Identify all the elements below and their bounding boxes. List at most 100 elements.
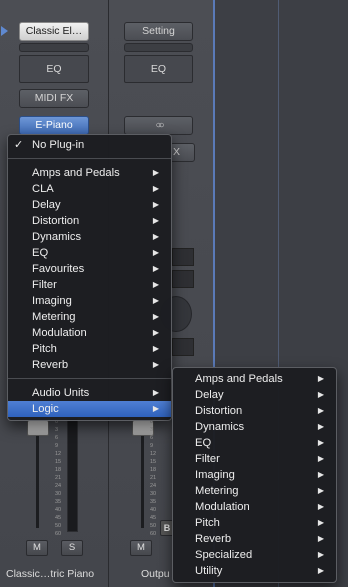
menu-item-label: Modulation (195, 501, 250, 513)
submenu-item-distortion[interactable]: Distortion ▶ (173, 403, 336, 419)
output-slot[interactable] (124, 43, 193, 52)
output-io-slot[interactable] (172, 270, 194, 288)
menu-item-label: Utility (195, 565, 223, 577)
menu-item-amps-and-pedals[interactable]: Amps and Pedals ▶ (8, 165, 171, 181)
submenu-arrow-icon: ▶ (317, 406, 324, 415)
submenu-item-specialized[interactable]: Specialized ▶ (173, 547, 336, 563)
submenu-item-utility[interactable]: Utility ▶ (173, 563, 336, 579)
submenu-arrow-icon: ▶ (152, 184, 159, 193)
meter-scale-tick: 12 (150, 451, 157, 457)
logic-submenu: Amps and Pedals ▶ Delay ▶ Distortion ▶ Dynamic… (172, 367, 337, 583)
meter-scale-tick: 21 (150, 475, 157, 481)
menu-item-no-plug-in[interactable]: ✓ No Plug-in (8, 137, 171, 153)
meter-scale-tick: 9 (150, 443, 154, 449)
instrument-slot[interactable]: Classic El… (19, 22, 89, 41)
menu-item-reverb[interactable]: Reverb ▶ (8, 357, 171, 373)
meter-scale-tick: 30 (55, 491, 62, 497)
menu-item-audio-units[interactable]: Audio Units ▶ (8, 385, 171, 401)
menu-item-metering[interactable]: Metering ▶ (8, 309, 171, 325)
menu-item-delay[interactable]: Delay ▶ (8, 197, 171, 213)
menu-item-label: Favourites (32, 263, 85, 275)
menu-item-modulation[interactable]: Modulation ▶ (8, 325, 171, 341)
submenu-arrow-icon: ▶ (317, 438, 324, 447)
meter-scale-tick: 15 (55, 459, 62, 465)
submenu-arrow-icon: ▶ (152, 200, 159, 209)
mute-button[interactable]: M (26, 540, 48, 556)
menu-separator (8, 378, 171, 379)
menu-item-favourites[interactable]: Favourites ▶ (8, 261, 171, 277)
menu-item-cla[interactable]: CLA ▶ (8, 181, 171, 197)
meter-scale-tick: 9 (55, 443, 59, 449)
submenu-arrow-icon: ▶ (152, 388, 159, 397)
submenu-item-delay[interactable]: Delay ▶ (173, 387, 336, 403)
stereo-link-button[interactable]: ○○ (124, 116, 193, 135)
output-fader-track (141, 424, 144, 528)
submenu-item-dynamics[interactable]: Dynamics ▶ (173, 419, 336, 435)
meter-scale-tick: 50 (55, 523, 62, 529)
selected-strip-indicator-icon (1, 26, 8, 36)
menu-item-label: Pitch (195, 517, 220, 529)
menu-item-pitch[interactable]: Pitch ▶ (8, 341, 171, 357)
submenu-item-modulation[interactable]: Modulation ▶ (173, 499, 336, 515)
menu-item-label: EQ (195, 437, 212, 449)
submenu-item-metering[interactable]: Metering ▶ (173, 483, 336, 499)
fader-track (36, 424, 39, 528)
meter-scale-tick: 45 (150, 515, 157, 521)
level-meter (67, 418, 78, 532)
menu-item-label: Imaging (32, 295, 72, 307)
menu-item-distortion[interactable]: Distortion ▶ (8, 213, 171, 229)
menu-item-eq[interactable]: EQ ▶ (8, 245, 171, 261)
menu-item-logic[interactable]: Logic ▶ (8, 401, 171, 417)
output-name[interactable]: Outpu (141, 568, 170, 580)
output-automation-slot[interactable] (172, 338, 194, 356)
meter-scale-tick: 18 (55, 467, 62, 473)
submenu-arrow-icon: ▶ (152, 312, 159, 321)
meter-scale-tick: 6 (55, 435, 59, 441)
eq-thumbnail[interactable]: EQ (19, 55, 89, 83)
submenu-item-eq[interactable]: EQ ▶ (173, 435, 336, 451)
meter-scale-tick: 6 (150, 435, 154, 441)
output-mute-button[interactable]: M (130, 540, 152, 556)
menu-item-label: No Plug-in (32, 139, 85, 151)
meter-scale-tick: 35 (150, 499, 157, 505)
track-name[interactable]: Classic…tric Piano (6, 568, 94, 580)
submenu-arrow-icon: ▶ (317, 486, 324, 495)
output-send-slot[interactable] (172, 248, 194, 266)
submenu-arrow-icon: ▶ (152, 168, 159, 177)
setting-slot[interactable] (19, 43, 89, 52)
meter-scale-tick: 30 (150, 491, 157, 497)
menu-item-label: Imaging (195, 469, 235, 481)
submenu-item-amps-and-pedals[interactable]: Amps and Pedals ▶ (173, 371, 336, 387)
menu-item-label: Delay (32, 199, 61, 211)
audio-fx-slot-epiano[interactable]: E-Piano (19, 116, 89, 135)
submenu-item-reverb[interactable]: Reverb ▶ (173, 531, 336, 547)
meter-scale-tick: 40 (150, 507, 157, 513)
solo-button[interactable]: S (61, 540, 83, 556)
menu-item-label: Audio Units (32, 387, 90, 399)
menu-item-filter[interactable]: Filter ▶ (8, 277, 171, 293)
menu-item-imaging[interactable]: Imaging ▶ (8, 293, 171, 309)
meter-scale-tick: 60 (55, 531, 62, 537)
menu-item-dynamics[interactable]: Dynamics ▶ (8, 229, 171, 245)
meter-scale-tick: 50 (150, 523, 157, 529)
menu-item-label: Amps and Pedals (195, 373, 283, 385)
meter-scale-tick: 21 (55, 475, 62, 481)
submenu-arrow-icon: ▶ (317, 566, 324, 575)
volume-fader[interactable] (27, 420, 49, 436)
midi-fx-slot[interactable]: MIDI FX (19, 89, 89, 108)
submenu-item-imaging[interactable]: Imaging ▶ (173, 467, 336, 483)
meter-scale-tick: 3 (55, 427, 59, 433)
submenu-item-pitch[interactable]: Pitch ▶ (173, 515, 336, 531)
submenu-arrow-icon: ▶ (317, 502, 324, 511)
submenu-arrow-icon: ▶ (152, 344, 159, 353)
setting-button[interactable]: Setting (124, 22, 193, 41)
meter-scale-tick: 60 (150, 531, 157, 537)
stereo-link-icon: ○○ (155, 120, 164, 131)
submenu-arrow-icon: ▶ (317, 454, 324, 463)
submenu-arrow-icon: ▶ (152, 232, 159, 241)
output-eq-thumbnail[interactable]: EQ (124, 55, 193, 83)
output-fx-slot[interactable]: X (170, 143, 195, 162)
submenu-item-filter[interactable]: Filter ▶ (173, 451, 336, 467)
submenu-arrow-icon: ▶ (152, 248, 159, 257)
submenu-arrow-icon: ▶ (317, 422, 324, 431)
